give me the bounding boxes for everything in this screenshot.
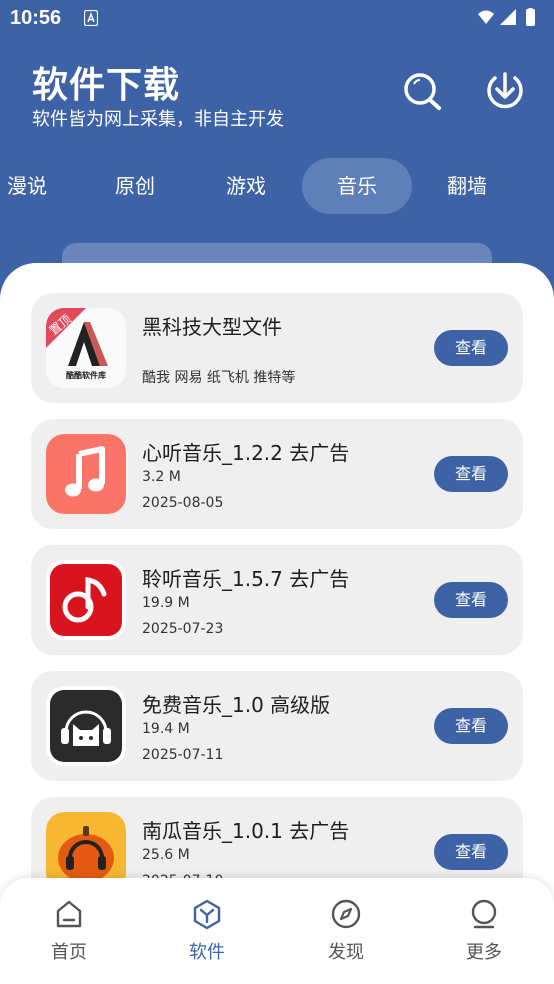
compass-icon (331, 899, 361, 929)
nav-software[interactable]: 软件 (162, 892, 252, 972)
page-title: 软件下载 (32, 65, 181, 106)
app-size: 19.9 M (142, 595, 190, 611)
tab-youxi[interactable]: 游戏 (211, 158, 281, 214)
icon-caption: 酷酷软件库 (66, 371, 106, 380)
app-date: 2025-07-11 (142, 747, 224, 763)
battery-icon (526, 9, 535, 26)
nav-discover-label: 发现 (328, 942, 364, 963)
status-bar: 10:56 (0, 0, 554, 38)
nav-more[interactable]: 更多 (439, 892, 529, 972)
bottom-nav: 首页 软件 发现 更多 (0, 878, 554, 984)
app-icon-music-note (46, 434, 126, 514)
view-button[interactable]: 查看 (434, 834, 508, 870)
cube-icon (193, 899, 221, 930)
signal-icon (500, 9, 516, 25)
app-name: 聆听音乐_1.5.7 去广告 (142, 567, 350, 591)
app-date: 2025-08-05 (142, 495, 224, 511)
view-button[interactable]: 查看 (434, 708, 508, 744)
tab-yuanchuang[interactable]: 原创 (100, 158, 170, 214)
nav-more-label: 更多 (466, 942, 502, 963)
app-size: 19.4 M (142, 721, 190, 737)
app-icon-cat-headphones (46, 686, 126, 766)
app-description: 酷我 网易 纸飞机 推特等 (142, 370, 296, 386)
nav-discover[interactable]: 发现 (301, 892, 391, 972)
tab-manshuo[interactable]: 漫说 (0, 158, 62, 214)
app-list-sheet: 置顶 酷酷软件库 黑科技大型文件 酷我 网易 纸飞机 推特等 查看 心听音乐_1… (0, 263, 554, 984)
app-card-heikeji[interactable]: 置顶 酷酷软件库 黑科技大型文件 酷我 网易 纸飞机 推特等 查看 (31, 293, 523, 403)
tab-yinyue[interactable]: 音乐 (302, 158, 412, 214)
home-icon (56, 900, 82, 928)
app-size: 25.6 M (142, 847, 190, 863)
wifi-icon (478, 10, 494, 24)
search-button[interactable] (402, 70, 442, 112)
app-name: 免费音乐_1.0 高级版 (142, 693, 331, 717)
nav-home[interactable]: 首页 (24, 892, 114, 972)
app-icon-kuku: 置顶 酷酷软件库 (46, 308, 126, 388)
app-name: 南瓜音乐_1.0.1 去广告 (142, 819, 350, 843)
view-button[interactable]: 查看 (434, 456, 508, 492)
app-size: 3.2 M (142, 469, 181, 485)
nav-home-label: 首页 (51, 942, 87, 963)
app-date: 2025-07-23 (142, 621, 224, 637)
page-subtitle: 软件皆为网上采集，非自主开发 (32, 109, 284, 130)
app-card-lingting[interactable]: 聆听音乐_1.5.7 去广告 19.9 M 2025-07-23 查看 (31, 545, 523, 655)
app-name: 心听音乐_1.2.2 去广告 (142, 441, 350, 465)
view-button[interactable]: 查看 (434, 330, 508, 366)
status-time: 10:56 (10, 7, 62, 29)
download-button[interactable] (485, 70, 525, 112)
app-icon-lingting (46, 560, 126, 640)
person-icon (471, 899, 497, 929)
app-name: 黑科技大型文件 (142, 315, 282, 339)
nav-software-label: 软件 (189, 942, 225, 963)
status-icons (478, 8, 535, 26)
app-card-xinting[interactable]: 心听音乐_1.2.2 去广告 3.2 M 2025-08-05 查看 (31, 419, 523, 529)
notification-app-icon (84, 10, 98, 26)
category-tabs: 漫说 原创 游戏 音乐 翻墙 (0, 158, 554, 214)
tab-fanqiang[interactable]: 翻墙 (432, 158, 502, 214)
view-button[interactable]: 查看 (434, 582, 508, 618)
app-card-mianfei[interactable]: 免费音乐_1.0 高级版 19.4 M 2025-07-11 查看 (31, 671, 523, 781)
